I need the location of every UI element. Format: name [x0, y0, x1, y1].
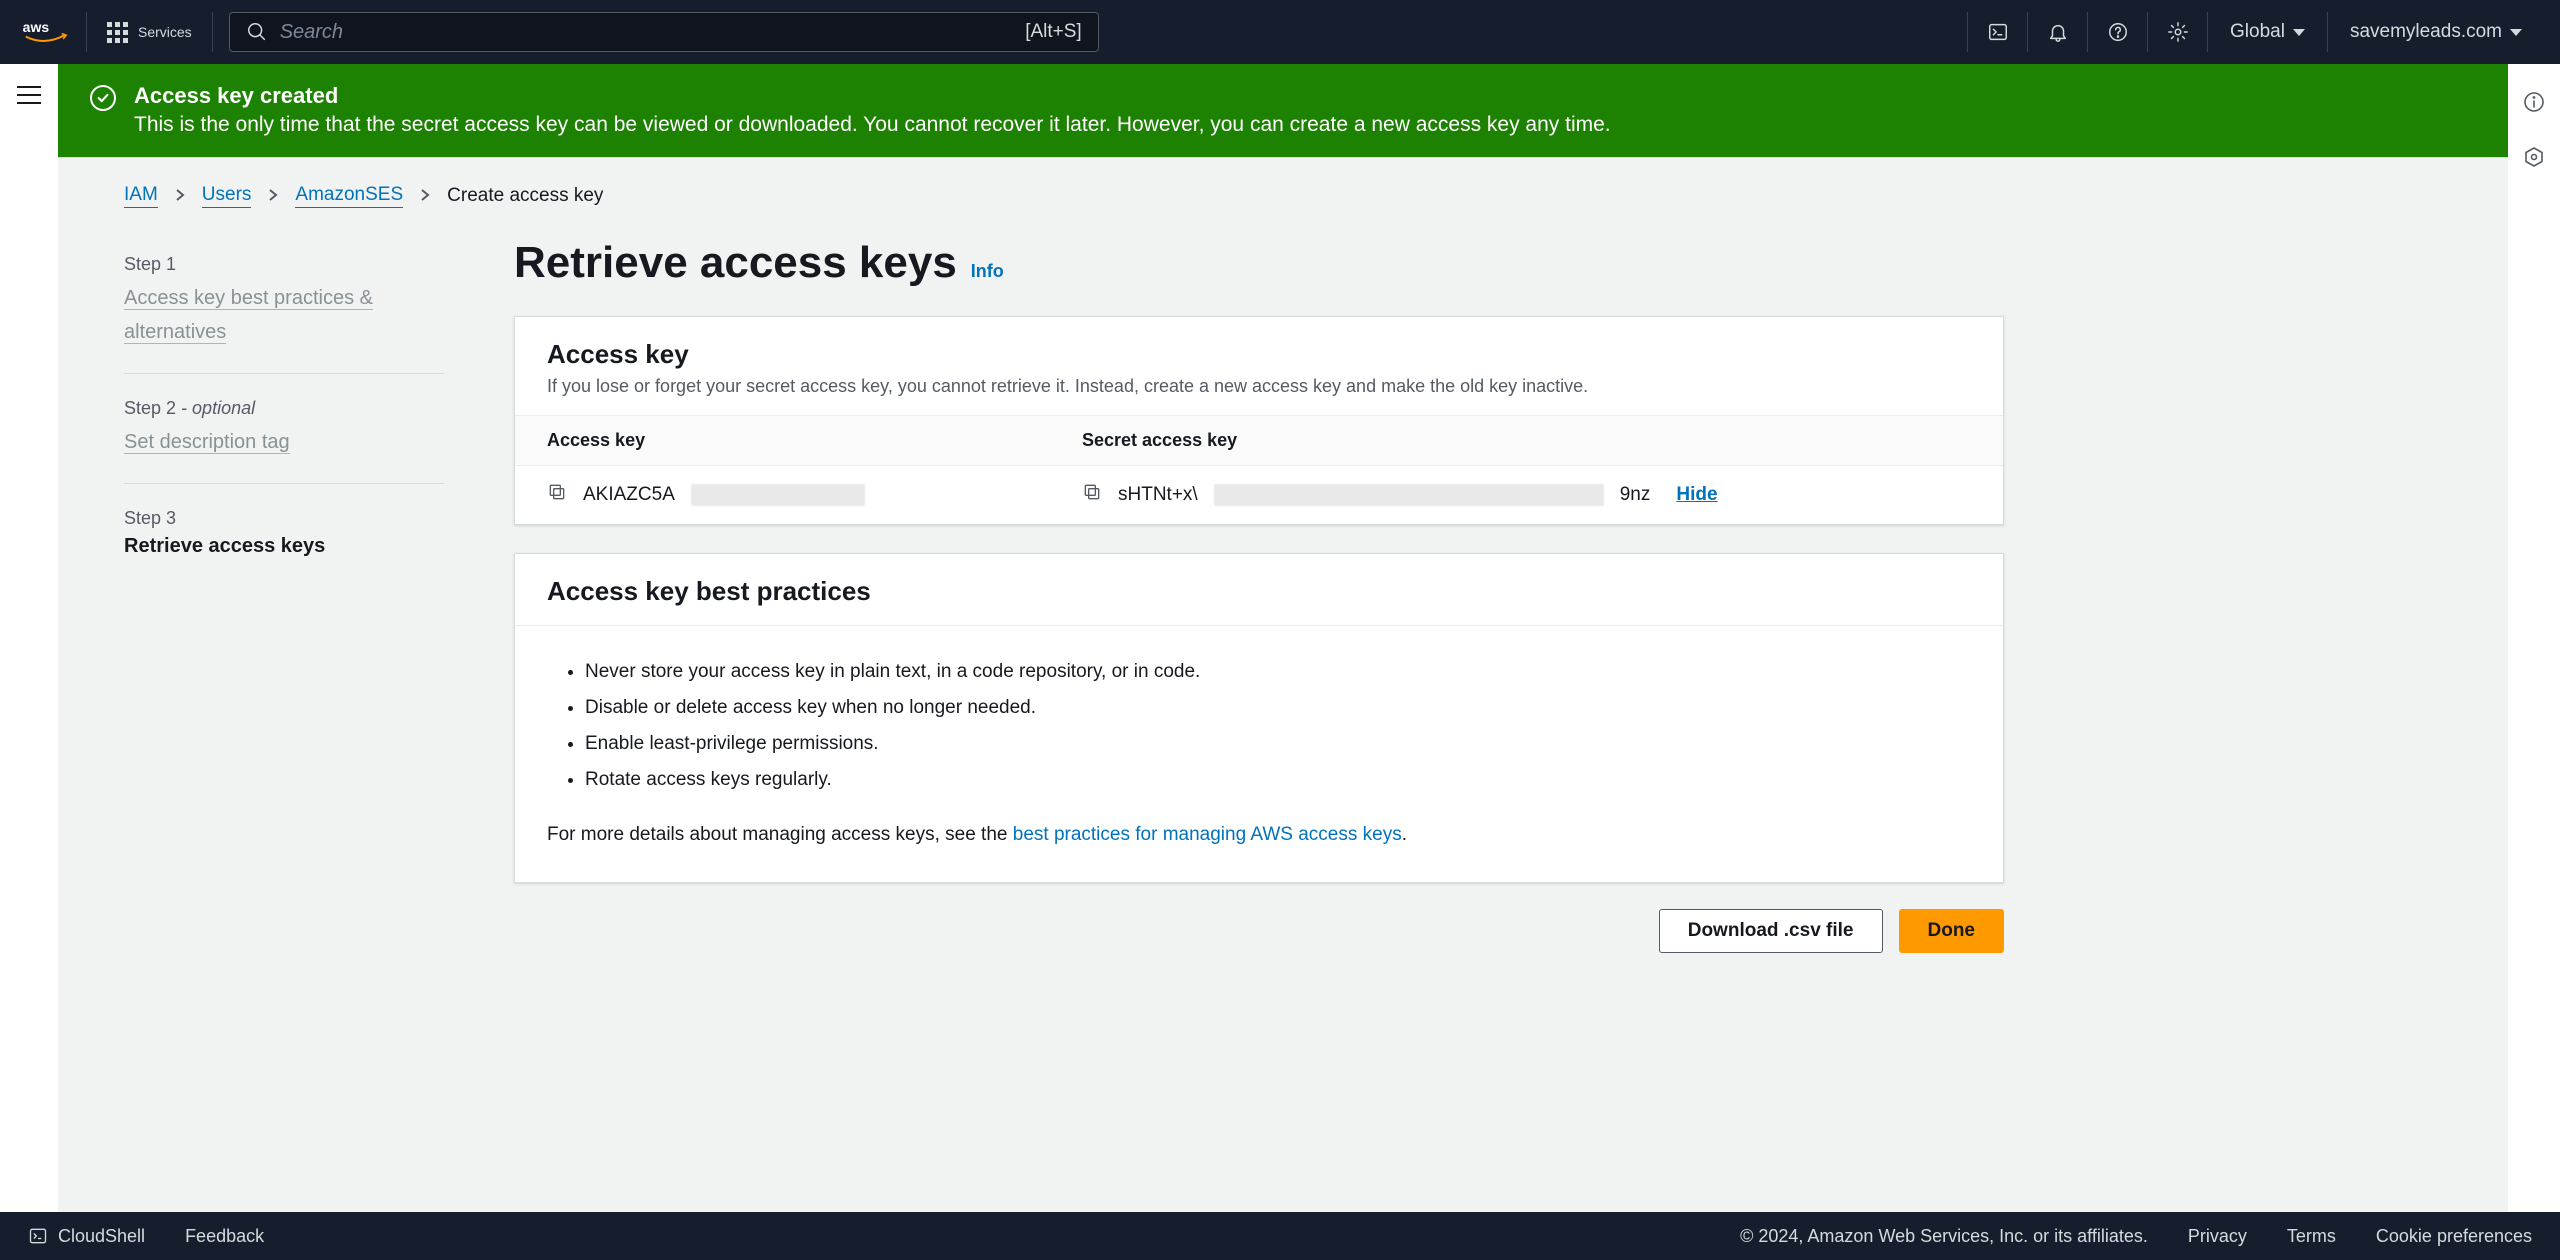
settings-button[interactable]	[2147, 12, 2207, 52]
chevron-right-icon	[174, 185, 186, 207]
best-practices-link[interactable]: best practices for managing AWS access k…	[1013, 824, 1402, 845]
best-practices-heading: Access key best practices	[547, 576, 1971, 607]
actions-row: Download .csv file Done	[514, 909, 2004, 953]
list-item: Enable least-privilege permissions.	[585, 726, 2003, 762]
done-button[interactable]: Done	[1899, 909, 2005, 953]
wizard-step-2-label: Step 2 - optional	[124, 398, 444, 419]
bell-icon	[2047, 21, 2069, 43]
list-item: Never store your access key in plain tex…	[585, 654, 2003, 690]
access-key-table-row: AKIAZC5A sHTNt+x\ 9nz Hide	[515, 466, 2003, 524]
copy-access-key-button[interactable]	[547, 482, 567, 508]
footer-feedback-link[interactable]: Feedback	[185, 1226, 264, 1247]
account-label: savemyleads.com	[2350, 21, 2502, 43]
secret-key-prefix: sHTNt+x\	[1118, 484, 1198, 506]
wizard-step-1: Step 1 Access key best practices & alter…	[124, 238, 444, 365]
help-icon	[2107, 21, 2129, 43]
copy-icon	[1082, 482, 1102, 502]
hide-secret-button[interactable]: Hide	[1676, 484, 1717, 506]
copy-secret-key-button[interactable]	[1082, 482, 1102, 508]
wizard-step-1-label: Step 1	[124, 254, 444, 275]
wizard-step-2-title[interactable]: Set description tag	[124, 431, 290, 454]
chevron-right-icon	[419, 185, 431, 207]
info-icon	[2522, 90, 2546, 114]
region-selector[interactable]: Global	[2207, 12, 2327, 52]
account-menu[interactable]: savemyleads.com	[2327, 12, 2544, 52]
services-label: Services	[138, 24, 192, 40]
best-practices-list: Never store your access key in plain tex…	[515, 642, 2003, 810]
list-item: Rotate access keys regularly.	[585, 762, 2003, 798]
footer-cloudshell-button[interactable]: CloudShell	[28, 1226, 145, 1247]
top-nav: aws Services [Alt+S]	[0, 0, 2560, 64]
secret-key-redacted	[1214, 484, 1604, 506]
svg-text:aws: aws	[23, 19, 50, 35]
cloudshell-icon	[28, 1226, 48, 1246]
wizard-step-2: Step 2 - optional Set description tag	[124, 382, 444, 475]
breadcrumb: IAM Users AmazonSES Create access key	[58, 158, 2508, 208]
right-rail	[2508, 64, 2560, 1212]
secret-key-suffix: 9nz	[1620, 484, 1651, 506]
info-panel-toggle[interactable]	[2522, 90, 2546, 117]
col-access-key: Access key	[515, 416, 1050, 465]
footer-cloudshell-label: CloudShell	[58, 1226, 145, 1247]
notifications-button[interactable]	[2027, 12, 2087, 52]
list-item: Disable or delete access key when no lon…	[585, 690, 2003, 726]
access-key-subtext: If you lose or forget your secret access…	[547, 376, 1971, 397]
wizard-step-3: Step 3 Retrieve access keys	[124, 492, 444, 574]
topnav-right: Global savemyleads.com	[1967, 12, 2544, 52]
access-key-panel: Access key If you lose or forget your se…	[514, 316, 2004, 525]
chevron-down-icon	[2510, 29, 2522, 36]
info-link[interactable]: Info	[971, 261, 1004, 281]
footer-copyright: © 2024, Amazon Web Services, Inc. or its…	[1740, 1226, 2148, 1247]
access-key-id-prefix: AKIAZC5A	[583, 484, 675, 506]
wizard-steps: Step 1 Access key best practices & alter…	[124, 238, 444, 953]
footer-privacy-link[interactable]: Privacy	[2188, 1226, 2247, 1247]
success-check-icon	[90, 85, 116, 111]
cloudshell-button[interactable]	[1967, 12, 2027, 52]
page-title: Retrieve access keys	[514, 238, 957, 287]
services-grid-icon	[107, 22, 128, 43]
chevron-right-icon	[267, 185, 279, 207]
best-practices-panel: Access key best practices Never store yo…	[514, 553, 2004, 883]
global-search[interactable]: [Alt+S]	[229, 12, 1099, 52]
breadcrumb-user-name[interactable]: AmazonSES	[295, 184, 403, 208]
hexagon-icon	[2522, 145, 2546, 169]
access-key-id-redacted	[691, 484, 865, 506]
download-csv-button[interactable]: Download .csv file	[1659, 909, 1883, 953]
search-input[interactable]	[280, 21, 1014, 44]
search-shortcut-hint: [Alt+S]	[1025, 21, 1082, 43]
search-icon	[246, 21, 268, 43]
access-key-heading: Access key	[547, 339, 1971, 370]
services-menu-button[interactable]: Services	[87, 12, 213, 52]
breadcrumb-users[interactable]: Users	[202, 184, 252, 208]
side-nav-toggle[interactable]	[17, 86, 41, 104]
col-secret-key: Secret access key	[1050, 416, 2003, 465]
aws-logo[interactable]: aws	[16, 12, 87, 52]
copy-icon	[547, 482, 567, 502]
breadcrumb-current: Create access key	[447, 185, 603, 207]
gear-icon	[2167, 21, 2189, 43]
footer-terms-link[interactable]: Terms	[2287, 1226, 2336, 1247]
aws-logo-icon: aws	[22, 18, 70, 46]
access-key-table-header: Access key Secret access key	[515, 416, 2003, 466]
wizard-step-1-title[interactable]: Access key best practices & alternatives	[124, 287, 373, 344]
wizard-step-3-label: Step 3	[124, 508, 444, 529]
banner-message: This is the only time that the secret ac…	[134, 113, 1611, 137]
security-panel-toggle[interactable]	[2522, 145, 2546, 172]
cloudshell-icon	[1987, 21, 2009, 43]
footer-cookies-link[interactable]: Cookie preferences	[2376, 1226, 2532, 1247]
region-label: Global	[2230, 21, 2285, 43]
success-banner: Access key created This is the only time…	[58, 64, 2508, 157]
left-rail	[0, 64, 58, 1212]
footer: CloudShell Feedback © 2024, Amazon Web S…	[0, 1212, 2560, 1260]
best-practices-more: For more details about managing access k…	[515, 810, 2003, 882]
wizard-step-3-title: Retrieve access keys	[124, 535, 444, 558]
chevron-down-icon	[2293, 29, 2305, 36]
help-button[interactable]	[2087, 12, 2147, 52]
breadcrumb-iam[interactable]: IAM	[124, 184, 158, 208]
banner-title: Access key created	[134, 83, 1611, 109]
